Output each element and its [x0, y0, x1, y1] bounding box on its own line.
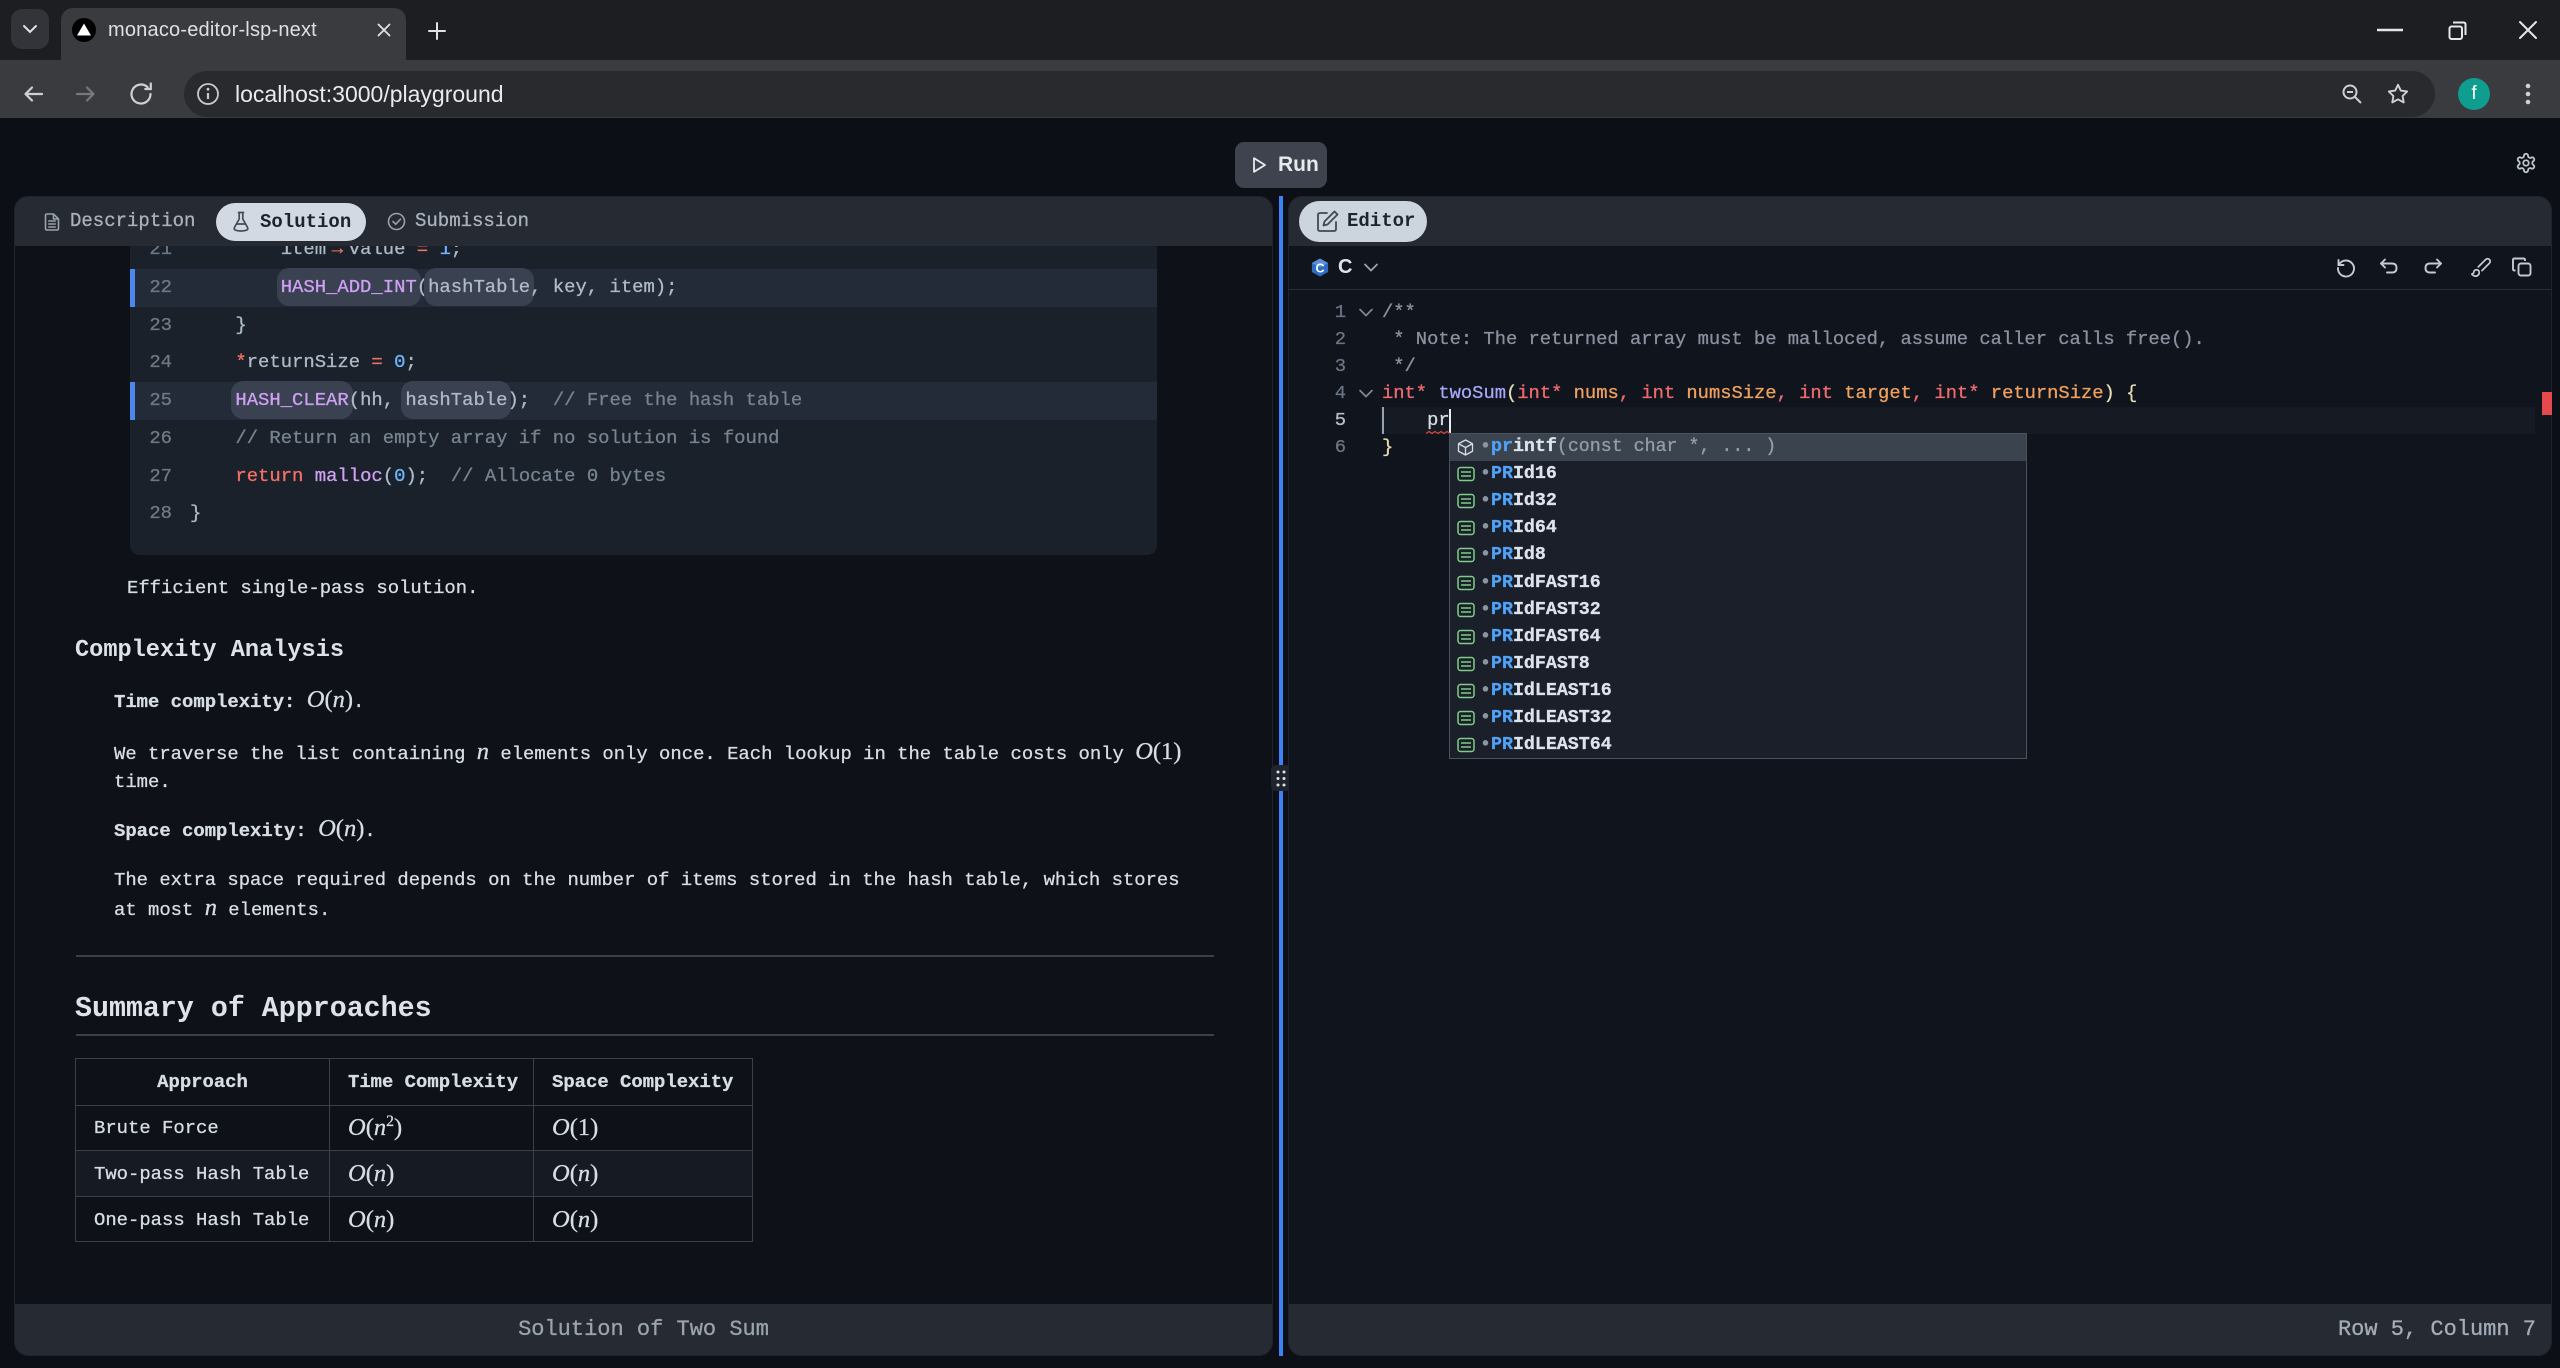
svg-text:C: C: [1315, 261, 1324, 275]
